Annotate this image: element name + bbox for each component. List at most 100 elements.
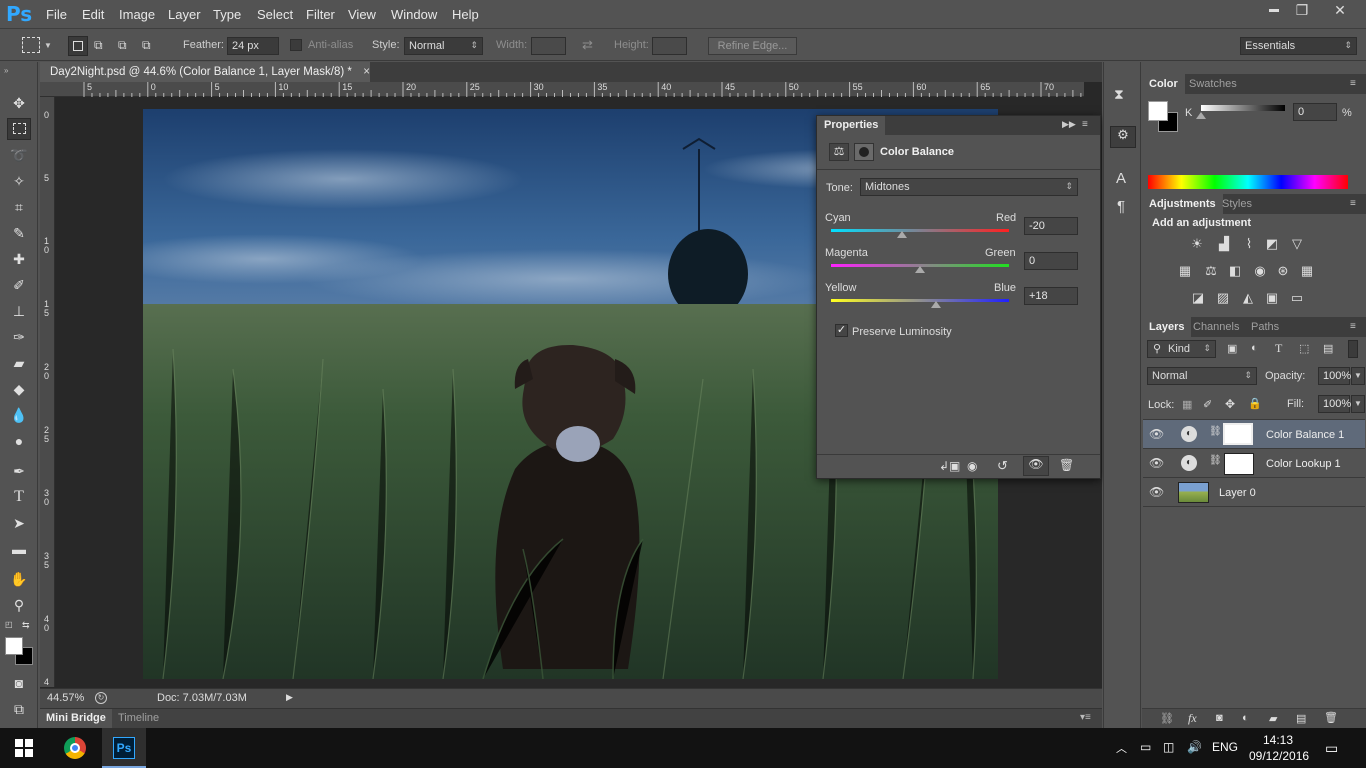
new-group-folder-icon[interactable]: ▰ xyxy=(1269,712,1277,725)
tab-styles[interactable]: Styles xyxy=(1215,194,1259,214)
properties-panel-icon[interactable]: ⚙ xyxy=(1110,126,1136,148)
bw-icon[interactable]: ◧ xyxy=(1226,263,1244,279)
trash-icon[interactable]: 🗑 xyxy=(1324,711,1338,724)
clone-stamp-icon[interactable]: ⊥ xyxy=(7,300,31,322)
menu-help[interactable]: Help xyxy=(452,7,479,22)
zoom-level[interactable]: 44.57% xyxy=(47,692,84,704)
link-chain-icon[interactable]: ⛓ xyxy=(1209,426,1222,437)
subtract-selection-icon[interactable]: ⧉ xyxy=(118,38,134,54)
blend-mode-select[interactable]: Normal xyxy=(1147,367,1257,385)
fill-input[interactable]: 100% xyxy=(1318,395,1351,413)
feather-input[interactable]: 24 px xyxy=(227,37,279,55)
reset-icon[interactable]: ↺ xyxy=(997,458,1008,474)
clock-date[interactable]: 09/12/2016 xyxy=(1249,749,1309,763)
height-input[interactable] xyxy=(652,37,687,55)
close-window-button[interactable]: ✕ xyxy=(1322,0,1358,20)
menu-view[interactable]: View xyxy=(348,7,376,22)
lock-all-icon[interactable]: 🔒 xyxy=(1248,397,1262,410)
battery-icon[interactable]: ▭ xyxy=(1140,740,1151,754)
swap-colors-icon[interactable]: ⇆ xyxy=(22,620,30,631)
filter-smart-object-icon[interactable]: ▤ xyxy=(1323,342,1333,355)
filter-kind-select[interactable]: ⚲ Kind xyxy=(1147,340,1216,358)
new-adjustment-icon[interactable]: ◐ xyxy=(1242,712,1249,724)
magenta-green-value[interactable]: 0 xyxy=(1024,252,1078,270)
menu-select[interactable]: Select xyxy=(257,7,293,22)
rectangular-marquee-icon[interactable] xyxy=(7,118,31,140)
link-chain-icon[interactable]: ⛓ xyxy=(1209,455,1222,466)
document-tab[interactable]: Day2Night.psd @ 44.6% (Color Balance 1, … xyxy=(40,62,370,82)
paragraph-icon[interactable]: ¶ xyxy=(1117,198,1125,215)
magenta-green-thumb[interactable] xyxy=(915,266,925,273)
panel-menu-icon[interactable]: ≡ xyxy=(1350,321,1356,332)
menu-layer[interactable]: Layer xyxy=(168,7,201,22)
restore-button[interactable]: ❐ xyxy=(1284,0,1320,20)
invert-icon[interactable]: ◪ xyxy=(1189,290,1207,306)
layer-row[interactable]: 👁 Layer 0 xyxy=(1143,478,1365,507)
add-selection-icon[interactable]: ⧉ xyxy=(94,38,110,54)
k-slider-track[interactable] xyxy=(1201,105,1285,111)
chevron-down-icon[interactable]: ▼ xyxy=(44,41,52,50)
panel-menu-icon[interactable]: ▾≡ xyxy=(1080,712,1091,723)
lock-position-icon[interactable]: ✥ xyxy=(1225,397,1235,411)
cyan-red-track[interactable] xyxy=(831,229,1009,232)
network-icon[interactable]: ◫ xyxy=(1163,740,1174,754)
menu-edit[interactable]: Edit xyxy=(82,7,104,22)
close-tab-icon[interactable]: × xyxy=(363,62,370,82)
visibility-eye-icon[interactable]: 👁 xyxy=(1149,427,1164,441)
eyedropper-icon[interactable]: ✎ xyxy=(7,222,31,244)
selective-color-icon[interactable]: ▣ xyxy=(1263,290,1281,306)
visibility-eye-icon[interactable]: 👁 xyxy=(1149,456,1164,470)
tab-paths[interactable]: Paths xyxy=(1244,317,1286,337)
foreground-color-swatch[interactable] xyxy=(5,637,23,655)
channel-mixer-icon[interactable]: ⊛ xyxy=(1274,263,1292,279)
menu-image[interactable]: Image xyxy=(119,7,155,22)
exposure-icon[interactable]: ◩ xyxy=(1263,236,1281,252)
gradient-map-icon[interactable]: ▭ xyxy=(1288,290,1306,306)
link-layers-icon[interactable]: ⛓ xyxy=(1160,712,1174,725)
pen-tool-icon[interactable]: ✒ xyxy=(7,460,31,482)
default-colors-icon[interactable]: ◰ xyxy=(5,620,13,629)
panel-menu-icon[interactable]: ≡ xyxy=(1082,119,1088,130)
layer-row[interactable]: 👁 ◐ ⛓ Color Lookup 1 xyxy=(1143,449,1365,478)
panel-menu-icon[interactable]: ≡ xyxy=(1350,198,1356,209)
move-tool-icon[interactable]: ✥ xyxy=(7,92,31,114)
filter-adjustment-icon[interactable]: ◐ xyxy=(1251,342,1258,354)
healing-brush-icon[interactable]: ✚ xyxy=(7,248,31,270)
clock-time[interactable]: 14:13 xyxy=(1263,733,1293,747)
clip-to-layer-icon[interactable]: ↲▣ xyxy=(939,459,960,473)
lasso-tool-icon[interactable]: ➰ xyxy=(7,144,31,166)
levels-icon[interactable]: ▟ xyxy=(1215,236,1233,252)
refine-edge-button[interactable]: Refine Edge... xyxy=(708,37,797,55)
eraser-tool-icon[interactable]: ▰ xyxy=(7,352,31,374)
hand-tool-icon[interactable]: ✋ xyxy=(7,568,31,590)
layer-mask-icon[interactable] xyxy=(854,143,874,161)
threshold-icon[interactable]: ◭ xyxy=(1239,290,1257,306)
crop-tool-icon[interactable]: ⌗ xyxy=(7,196,31,218)
sun-icon[interactable]: ☀ xyxy=(1188,236,1206,252)
tone-select[interactable]: Midtones xyxy=(860,178,1078,196)
gradient-triangle-icon[interactable]: ▽ xyxy=(1288,236,1306,252)
character-icon[interactable]: A xyxy=(1116,170,1126,187)
magic-wand-icon[interactable]: ✧ xyxy=(7,170,31,192)
k-slider-thumb[interactable] xyxy=(1196,112,1206,119)
layer-row[interactable]: 👁 ◐ ⛓ Color Balance 1 xyxy=(1143,420,1365,449)
tab-mini-bridge[interactable]: Mini Bridge xyxy=(40,709,112,728)
layer-mask-thumbnail[interactable] xyxy=(1224,453,1254,475)
menu-file[interactable]: File xyxy=(46,7,67,22)
tab-properties[interactable]: Properties xyxy=(817,116,886,135)
yellow-blue-value[interactable]: +18 xyxy=(1024,287,1078,305)
windows-start-icon[interactable] xyxy=(15,739,33,757)
layer-thumbnail[interactable] xyxy=(1178,482,1209,503)
workspace-select[interactable]: Essentials xyxy=(1240,37,1357,55)
balance-scale-icon[interactable]: ⚖ xyxy=(1202,263,1220,279)
panel-menu-icon[interactable]: ≡ xyxy=(1350,78,1356,89)
vibrance-icon[interactable]: ▦ xyxy=(1176,263,1194,279)
tab-color[interactable]: Color xyxy=(1142,74,1185,94)
lock-transparent-icon[interactable]: ▦ xyxy=(1182,398,1192,411)
chevron-up-icon[interactable]: ︿ xyxy=(1116,740,1127,756)
opacity-dropdown-icon[interactable]: ▼ xyxy=(1351,367,1365,385)
filter-pixel-icon[interactable]: ▣ xyxy=(1227,342,1237,355)
tab-layers[interactable]: Layers xyxy=(1142,317,1192,337)
volume-icon[interactable]: 🔊 xyxy=(1187,740,1202,754)
filter-toggle[interactable] xyxy=(1348,340,1358,358)
